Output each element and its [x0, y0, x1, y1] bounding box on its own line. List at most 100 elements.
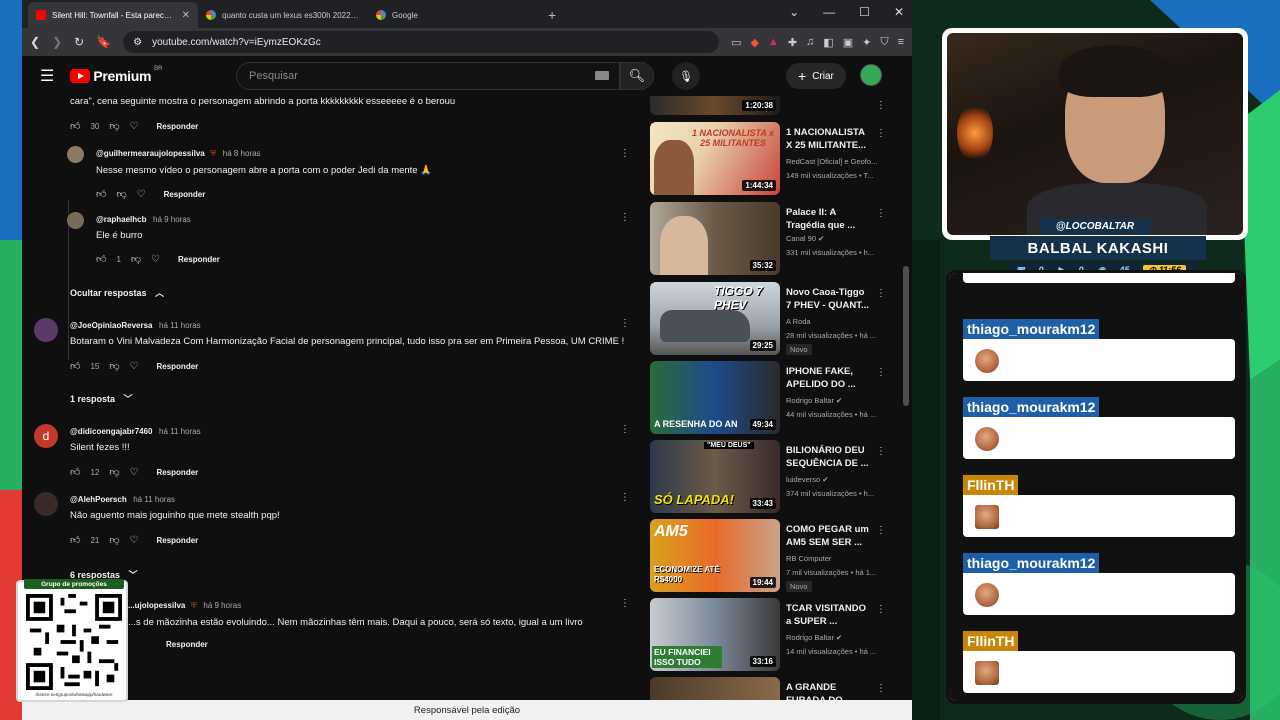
menu-icon[interactable]: ≡	[898, 36, 904, 49]
video-menu-icon[interactable]: ⋮	[876, 288, 886, 299]
video-thumbnail[interactable]: AM5 ECONOMIZE ATÉ R$4000 19:44	[650, 519, 780, 592]
hamburger-menu-icon[interactable]: ☰	[40, 66, 54, 86]
cast-icon[interactable]: ▭	[731, 36, 741, 49]
video-title[interactable]: Palace II: A Tragédia que ...	[786, 206, 872, 232]
heart-icon[interactable]: ♡	[130, 535, 139, 546]
video-channel[interactable]: A Roda	[786, 317, 896, 326]
video-thumbnail[interactable]: EU FINANCIEI ISSO TUDO 33:16	[650, 598, 780, 671]
comment-menu-icon[interactable]: ⋮	[620, 148, 630, 159]
minimize-button[interactable]: —	[823, 5, 835, 19]
comment-author[interactable]: @AlehPoersch	[70, 495, 127, 504]
reload-icon[interactable]: ↻	[74, 35, 84, 49]
video-menu-icon[interactable]: ⋮	[876, 683, 886, 694]
tab-list-icon[interactable]: ⌄	[789, 5, 799, 19]
brave-shield-icon[interactable]: ◆	[750, 36, 758, 49]
video-menu-icon[interactable]: ⋮	[876, 446, 886, 457]
reply-button[interactable]: Responder	[178, 255, 220, 264]
comment-menu-icon[interactable]: ⋮	[620, 492, 630, 503]
video-menu-icon[interactable]: ⋮	[876, 100, 886, 111]
video-card[interactable]: A GRANDE FURADA DO ... ⋮	[650, 677, 900, 700]
video-title[interactable]: 1 NACIONALISTA X 25 MILITANTE...	[786, 126, 872, 152]
comment-author[interactable]: @JoeOpiniaoReversa	[70, 321, 153, 330]
video-card[interactable]: 1 NACIONALISTA x 25 MILITANTES 1:44:34 1…	[650, 122, 900, 195]
back-icon[interactable]: ❮	[30, 35, 40, 49]
video-thumbnail[interactable]	[650, 677, 780, 700]
video-title[interactable]: BILIONÁRIO DEU SEQUÊNCIA DE ...	[786, 444, 872, 470]
reply-button[interactable]: Responder	[166, 640, 208, 649]
video-thumbnail[interactable]: A RESENHA DO AN 49:34	[650, 361, 780, 434]
wallet-icon[interactable]: ▣	[843, 36, 853, 49]
reply-button[interactable]: Responder	[156, 122, 198, 131]
reply-button[interactable]: Responder	[164, 190, 206, 199]
heart-icon[interactable]: ♡	[151, 254, 160, 265]
video-thumbnail[interactable]: TIGGO 7 PHEV 29:25	[650, 282, 780, 355]
bookmark-icon[interactable]: 🔖	[96, 35, 111, 49]
video-thumbnail[interactable]: 1:20:38	[650, 96, 780, 115]
video-thumbnail[interactable]: 35:32	[650, 202, 780, 275]
video-thumbnail[interactable]: 1 NACIONALISTA x 25 MILITANTES 1:44:34	[650, 122, 780, 195]
close-tab-icon[interactable]: ✕	[182, 10, 190, 21]
maximize-button[interactable]: ☐	[859, 5, 870, 19]
sidebar-icon[interactable]: ◧	[823, 36, 833, 49]
video-channel[interactable]: Rodrigo Baltar ✔	[786, 633, 896, 642]
scrollbar-thumb[interactable]	[903, 266, 909, 406]
search-button[interactable]: 🔍︎	[620, 62, 654, 90]
vpn-icon[interactable]: ⛉	[880, 36, 888, 49]
scrollbar[interactable]	[900, 56, 912, 700]
like-icon[interactable]: 👍︎	[96, 253, 106, 265]
heart-icon[interactable]: ♡	[130, 121, 139, 132]
hide-replies-button[interactable]: Ocultar respostas ︿	[70, 286, 164, 299]
dislike-icon[interactable]: 👎︎	[116, 188, 126, 200]
video-card[interactable]: 35:32 Palace II: A Tragédia que ... Cana…	[650, 202, 900, 275]
video-card[interactable]: A RESENHA DO AN 49:34 IPHONE FAKE, APELI…	[650, 361, 900, 434]
new-tab-button[interactable]: +	[548, 7, 556, 23]
dislike-icon[interactable]: 👎︎	[109, 360, 119, 372]
reply-button[interactable]: Responder	[156, 468, 198, 477]
video-card[interactable]: "MEU DEUS" SÓ LAPADA! 33:43 BILIONÁRIO D…	[650, 440, 900, 513]
voice-search-button[interactable]: 🎙︎	[672, 62, 700, 90]
video-menu-icon[interactable]: ⋮	[876, 525, 886, 536]
comment-menu-icon[interactable]: ⋮	[620, 598, 630, 609]
comment-author[interactable]: ...ujolopessilva	[128, 601, 185, 610]
comment-menu-icon[interactable]: ⋮	[620, 424, 630, 435]
video-menu-icon[interactable]: ⋮	[876, 367, 886, 378]
site-info-icon[interactable]: ⚙	[133, 37, 142, 48]
heart-icon[interactable]: ♡	[130, 467, 139, 478]
video-card[interactable]: TIGGO 7 PHEV 29:25 Novo Caoa-Tiggo 7 PHE…	[650, 282, 900, 355]
video-menu-icon[interactable]: ⋮	[876, 128, 886, 139]
comment-menu-icon[interactable]: ⋮	[620, 318, 630, 329]
account-avatar[interactable]	[860, 64, 882, 86]
video-card[interactable]: 1:20:38 ⋮	[650, 96, 900, 115]
heart-icon[interactable]: ♡	[130, 361, 139, 372]
reply-button[interactable]: Responder	[156, 536, 198, 545]
video-menu-icon[interactable]: ⋮	[876, 208, 886, 219]
video-channel[interactable]: RedCast [Oficial] e Geofo...	[786, 157, 896, 166]
video-channel[interactable]: RB Computer	[786, 554, 896, 563]
video-menu-icon[interactable]: ⋮	[876, 604, 886, 615]
dislike-icon[interactable]: 👎︎	[109, 466, 119, 478]
rewards-icon[interactable]: ▲	[768, 36, 779, 49]
tab-youtube[interactable]: Silent Hill: Townfall - Esta parecendo j…	[28, 2, 198, 28]
video-card[interactable]: EU FINANCIEI ISSO TUDO 33:16 TCAR VISITA…	[650, 598, 900, 671]
like-icon[interactable]: 👍︎	[96, 188, 106, 200]
video-thumbnail[interactable]: "MEU DEUS" SÓ LAPADA! 33:43	[650, 440, 780, 513]
tab-google[interactable]: Google	[368, 2, 538, 28]
dislike-icon[interactable]: 👎︎	[131, 253, 141, 265]
create-button[interactable]: + Criar	[786, 63, 846, 89]
media-icon[interactable]: ♫	[806, 36, 814, 49]
youtube-logo[interactable]: Premium BR	[70, 66, 163, 84]
comment-author[interactable]: @guilhermearaujolopessilva	[96, 149, 205, 158]
video-title[interactable]: IPHONE FAKE, APELIDO DO ...	[786, 365, 872, 391]
like-icon[interactable]: 👍︎	[70, 120, 80, 132]
video-title[interactable]: Novo Caoa-Tiggo 7 PHEV - QUANT...	[786, 286, 872, 312]
show-replies-button[interactable]: 1 resposta ﹀	[70, 392, 133, 405]
extensions-icon[interactable]: ✚	[788, 36, 797, 49]
like-icon[interactable]: 👍︎	[70, 534, 80, 546]
comment-author[interactable]: @didicoengajabr7460	[70, 427, 153, 436]
dislike-icon[interactable]: 👎︎	[109, 534, 119, 546]
video-channel[interactable]: luideverso ✔	[786, 475, 896, 484]
forward-icon[interactable]: ❯	[52, 35, 62, 49]
keyboard-icon[interactable]	[595, 71, 609, 80]
reply-button[interactable]: Responder	[156, 362, 198, 371]
url-field[interactable]: ⚙ youtube.com/watch?v=iEymzEOKzGc	[123, 31, 720, 53]
